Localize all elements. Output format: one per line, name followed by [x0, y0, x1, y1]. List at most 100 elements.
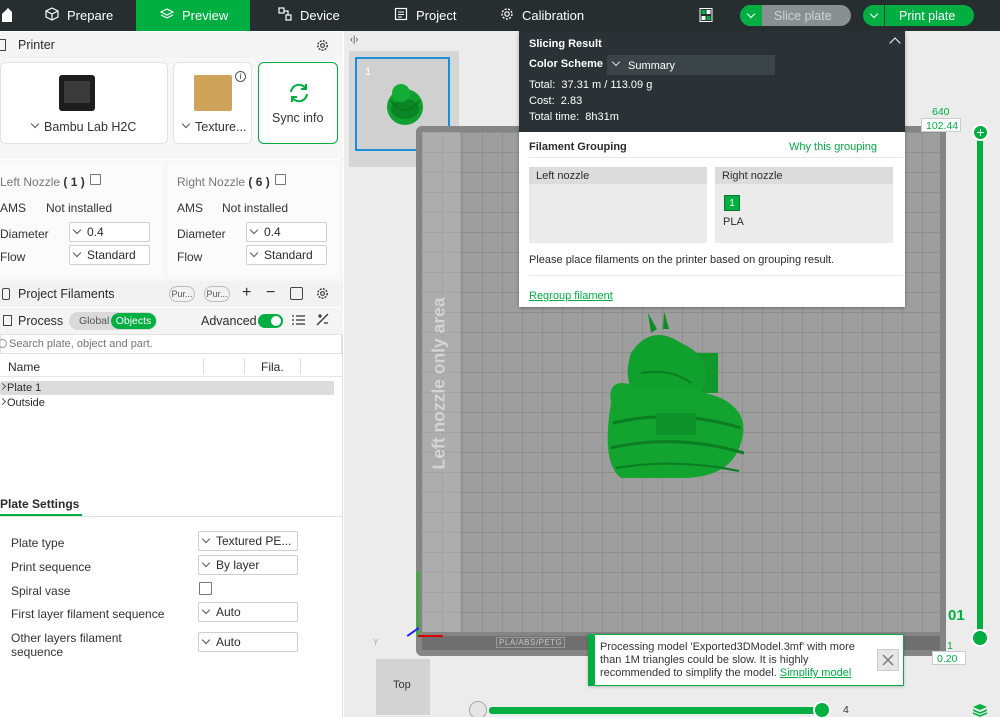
remove-icon[interactable]: −	[266, 284, 275, 302]
list-item[interactable]: Outside	[0, 396, 334, 410]
sync-info-button[interactable]: Sync info	[258, 62, 338, 144]
simplify-model-link[interactable]: Simplify model	[780, 667, 852, 679]
ams-label: AMS	[0, 201, 27, 215]
layers-icon	[159, 7, 175, 24]
plate-type-label: Plate type	[11, 536, 65, 550]
filament-slot-badge[interactable]: 1	[724, 195, 740, 211]
tab-device[interactable]: Device	[278, 0, 368, 31]
device-icon	[278, 7, 292, 24]
filament-pill[interactable]: Pur...	[169, 286, 195, 302]
global-objects-toggle[interactable]: Global Objects	[69, 312, 157, 330]
regroup-filament-link[interactable]: Regroup filament	[529, 290, 613, 302]
right-nozzle-panel: Right Nozzle ( 6 ) AMS Not installed Dia…	[168, 163, 339, 277]
search-input[interactable]	[9, 336, 329, 352]
slice-label: Slice plate	[774, 8, 832, 23]
tab-calibration[interactable]: Calibration	[500, 0, 610, 31]
global-option[interactable]: Global	[79, 315, 109, 327]
top-view-button[interactable]: Top	[376, 659, 430, 715]
add-icon[interactable]: +	[242, 284, 251, 302]
list-item[interactable]: Plate 1	[0, 381, 334, 395]
print-plate-button[interactable]: Print plate	[863, 5, 974, 26]
slicing-result-panel: Slicing Result Color Scheme Summary Tota…	[519, 31, 905, 307]
tab-project[interactable]: Project	[394, 0, 484, 31]
left-flow-select[interactable]: Standard	[69, 245, 150, 265]
tab-preview[interactable]: Preview	[136, 0, 250, 31]
top-layer-height-box: 102.44	[921, 118, 961, 132]
edit-icon[interactable]	[90, 174, 101, 185]
close-notification-button[interactable]	[877, 649, 899, 671]
layer-slider-bottom-handle[interactable]	[971, 629, 989, 647]
print-dropdown[interactable]	[863, 5, 885, 26]
list-item-label: Plate 1	[7, 382, 42, 394]
horizontal-slider-handle[interactable]	[813, 701, 831, 717]
filament-sync-icon[interactable]	[290, 287, 303, 300]
chevron-down-icon	[181, 119, 191, 129]
tab-prepare[interactable]: Prepare	[45, 0, 135, 31]
printer-settings-icon[interactable]	[316, 39, 329, 55]
total-usage: Total: 37.31 m / 113.09 g	[529, 79, 653, 91]
column-name[interactable]: Name	[8, 360, 40, 374]
printer-image	[59, 75, 95, 111]
home-icon[interactable]	[0, 8, 12, 22]
other-layers-sequence-select[interactable]: Auto	[198, 632, 298, 652]
layers-toggle-icon[interactable]	[972, 703, 988, 717]
tab-label: Prepare	[67, 8, 114, 23]
filament-pill[interactable]: Pur...	[204, 286, 230, 302]
horizontal-slider-value: 4	[843, 704, 849, 716]
horizontal-slider-track[interactable]	[489, 707, 819, 714]
thumbnail-number: 1	[365, 66, 372, 78]
left-nozzle-title: Left Nozzle ( 1 )	[0, 175, 85, 189]
advanced-label: Advanced	[201, 314, 257, 328]
ams-value: Not installed	[46, 201, 113, 215]
slice-plate-button[interactable]: Slice plate	[740, 5, 851, 26]
right-diameter-select[interactable]: 0.4	[246, 222, 327, 242]
filament-icon	[2, 288, 10, 300]
collapse-sidebar-icon[interactable]: ‹|›	[350, 34, 358, 44]
right-nozzle-group: Right nozzle 1 PLA	[715, 167, 893, 243]
column-fila[interactable]: Fila.	[261, 360, 284, 374]
spiral-vase-checkbox[interactable]	[199, 582, 212, 595]
print-label: Print plate	[899, 8, 956, 23]
left-diameter-select[interactable]: 0.4	[69, 222, 150, 242]
expand-icon[interactable]	[0, 397, 7, 406]
list-icon[interactable]	[292, 314, 305, 329]
color-scheme-label: Color Scheme	[529, 58, 603, 70]
current-layer-label: 01	[948, 607, 965, 624]
chevron-down-icon	[30, 119, 40, 129]
total-cost: Cost: 2.83	[529, 95, 583, 107]
divider	[529, 157, 903, 158]
textured-plate-image	[194, 75, 232, 111]
plate-settings-tab[interactable]: Plate Settings	[0, 494, 82, 516]
left-nozzle-panel: Left Nozzle ( 1 ) AMS Not installed Diam…	[0, 163, 163, 277]
process-header: Process Global Objects Advanced	[0, 308, 343, 334]
3d-viewport[interactable]: ‹|› 1 Left nozzle only area PLA/ABS/PETG	[344, 31, 1000, 717]
layer-slider-top-handle[interactable]: +	[972, 124, 989, 141]
search-bar[interactable]	[0, 334, 342, 354]
first-layer-sequence-select[interactable]: Auto	[198, 602, 298, 622]
dragon-model[interactable]	[601, 313, 751, 483]
printer-icon	[0, 39, 6, 51]
expand-icon[interactable]	[0, 382, 7, 391]
why-grouping-link[interactable]: Why this grouping	[789, 141, 877, 153]
right-flow-select[interactable]: Standard	[246, 245, 327, 265]
filament-settings-icon[interactable]	[316, 287, 329, 303]
compare-icon[interactable]	[316, 313, 329, 329]
print-sequence-select[interactable]: By layer	[198, 555, 298, 575]
objects-option[interactable]: Objects	[111, 313, 156, 329]
info-icon[interactable]: i	[235, 71, 246, 82]
printer-model-card[interactable]: Bambu Lab H2C	[0, 62, 168, 144]
slice-dropdown[interactable]	[740, 5, 762, 26]
ams-label: AMS	[177, 201, 204, 215]
chevron-down-icon	[869, 9, 878, 19]
project-filaments-header: Project Filaments Pur... Pur... + −	[0, 281, 343, 307]
plate-type-card[interactable]: i Texture...	[173, 62, 252, 144]
edit-icon[interactable]	[275, 174, 286, 185]
tab-label: Project	[416, 8, 457, 23]
multi-device-icon[interactable]	[699, 8, 713, 22]
collapse-icon[interactable]	[889, 37, 901, 49]
color-scheme-select[interactable]: Summary	[607, 55, 775, 75]
layer-slider-track[interactable]	[977, 131, 983, 638]
advanced-toggle[interactable]	[258, 314, 283, 328]
plate-type-select[interactable]: Textured PE...	[198, 531, 298, 551]
view-mode-icon[interactable]	[469, 701, 487, 717]
